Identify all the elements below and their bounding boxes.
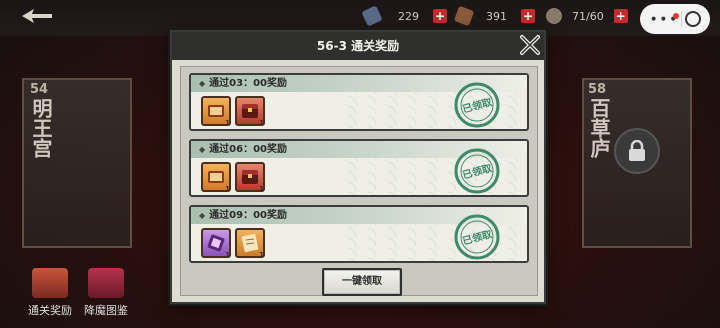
demon-codex-label: 降魔图鉴 [84,304,128,317]
clear-rewards-button[interactable]: 通关奖励 [20,268,80,318]
modal-title: 56-3 通关奖励 [172,32,544,60]
item-quantity: 1 [259,185,264,193]
claim-all-button[interactable]: 一键领取 [322,268,402,296]
claimed-status: 已领取 [461,95,494,116]
stage-title: 明王宫 [29,98,53,158]
claimed-stamp-icon: 已领取 [454,148,500,194]
reward-item[interactable]: 1 [235,162,265,193]
currency-sword-value: 391 [486,9,507,23]
diamond-icon: ◆ [199,211,206,220]
reward-row-title: 通过03：00奖励 [209,78,287,89]
stage-card-left[interactable]: 54 明王宫 [22,78,132,248]
item-quantity: 1 [259,251,264,259]
claimed-stamp-icon: 已领取 [454,82,500,128]
item-quantity: 1 [225,185,230,193]
stage-title: 百草庐 [587,98,611,158]
stage-number: 54 [30,82,49,97]
reward-row: ◆ 通过06：00奖励 1 1 已领取 [189,139,529,197]
add-currency-button[interactable]: + [521,9,535,23]
close-app-icon[interactable] [684,11,701,27]
item-quantity: 1 [225,119,230,127]
sword-currency-icon [453,5,475,27]
reward-item[interactable]: 1 [235,228,265,259]
scroll-currency-icon [361,5,383,27]
close-icon[interactable] [518,33,542,57]
system-capsule: ∙∙∙ [640,4,710,34]
clear-rewards-label: 通关奖励 [28,304,72,317]
stage-number: 58 [588,82,607,97]
lock-icon [614,128,660,174]
reward-row: ◆ 通过03：00奖励 1 1 已领取 [189,73,529,131]
claimed-status: 已领取 [461,227,494,248]
add-currency-button[interactable]: + [433,9,447,23]
reward-item[interactable]: 1 [201,228,231,259]
item-quantity: 1 [225,251,230,259]
reward-item[interactable]: 1 [235,96,265,127]
claimed-stamp-icon: 已领取 [454,214,500,260]
diamond-icon: ◆ [199,145,206,154]
back-arrow-icon[interactable] [20,6,54,26]
add-stamina-button[interactable]: + [613,9,628,23]
reward-row-title: 通过06：00奖励 [209,144,287,155]
currency-scroll: 229 + [361,5,447,27]
reward-list: ◆ 通过03：00奖励 1 1 已领取 ◆ 通过06：00奖励 1 1 已领取 … [180,66,538,296]
codex-icon [88,268,124,298]
currency-sword: 391 + [453,5,535,27]
demon-codex-button[interactable]: 降魔图鉴 [76,268,136,318]
reward-modal: 56-3 通关奖励 ◆ 通过03：00奖励 1 1 已领取 ◆ 通过06：00奖… [170,30,546,304]
currency-scroll-value: 229 [398,9,419,23]
reward-row-title: 通过09：00奖励 [209,210,287,221]
stamina-value: 71/60 [572,9,604,23]
reward-item[interactable]: 1 [201,96,231,127]
stamina: 71/60 + [546,8,628,24]
diamond-icon: ◆ [199,79,206,88]
item-quantity: 1 [259,119,264,127]
notification-dot [673,13,679,19]
reward-icon [32,268,68,298]
reward-item[interactable]: 1 [201,162,231,193]
reward-row: ◆ 通过09：00奖励 1 1 已领取 [189,205,529,263]
claimed-status: 已领取 [461,161,494,182]
stamina-icon [546,8,562,24]
